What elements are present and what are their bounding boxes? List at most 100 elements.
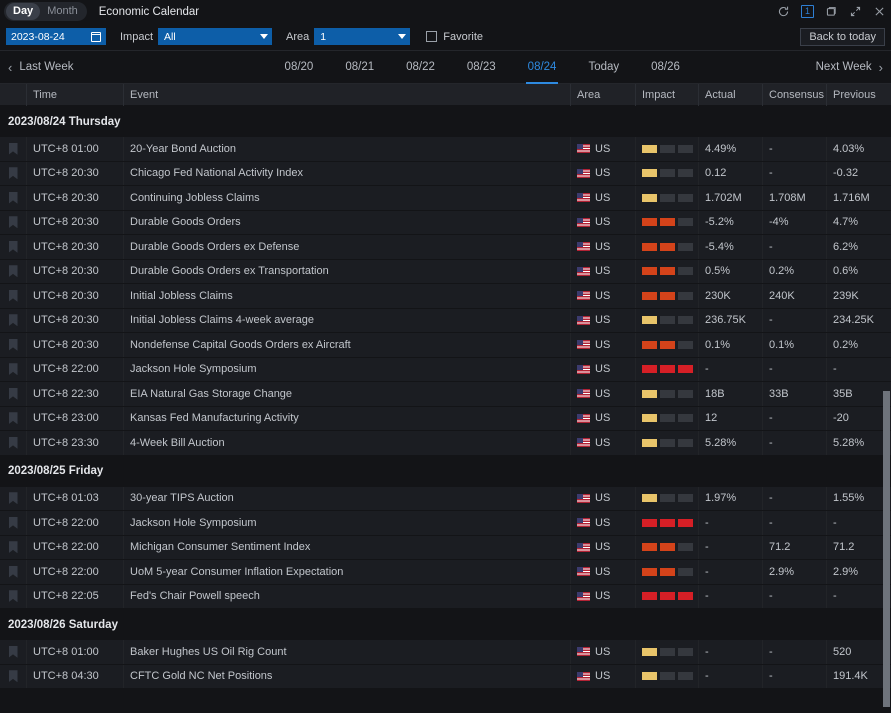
impact-filter-select[interactable]: All [158,28,272,45]
impact-bars [642,145,693,153]
window-count-badge[interactable]: 1 [801,5,814,18]
bookmark-cell[interactable] [0,186,26,210]
day-tab-0822[interactable]: 08/22 [390,51,451,84]
day-tab-today[interactable]: Today [572,51,635,84]
bookmark-icon[interactable] [9,670,18,682]
bookmark-icon[interactable] [9,290,18,302]
bookmark-icon[interactable] [9,192,18,204]
table-row[interactable]: UTC+8 23:00Kansas Fed Manufacturing Acti… [0,407,891,432]
bookmark-cell[interactable] [0,511,26,535]
bookmark-cell[interactable] [0,665,26,689]
table-row[interactable]: UTC+8 20:30Nondefense Capital Goods Orde… [0,333,891,358]
cell-actual: 12 [698,407,762,431]
expand-icon[interactable] [849,5,862,18]
us-flag-icon [577,193,590,202]
next-week-button[interactable]: Next Week › [816,61,883,74]
bookmark-cell[interactable] [0,431,26,455]
table-row[interactable]: UTC+8 22:00Michigan Consumer Sentiment I… [0,536,891,561]
table-row[interactable]: UTC+8 01:0020-Year Bond AuctionUS4.49%-4… [0,137,891,162]
bookmark-icon[interactable] [9,265,18,277]
favorite-filter[interactable]: Favorite [426,31,483,43]
table-row[interactable]: UTC+8 22:30EIA Natural Gas Storage Chang… [0,382,891,407]
bookmark-icon[interactable] [9,167,18,179]
bookmark-icon[interactable] [9,541,18,553]
bookmark-icon[interactable] [9,566,18,578]
close-icon[interactable] [873,5,886,18]
table-row[interactable]: UTC+8 20:30Initial Jobless Claims 4-week… [0,309,891,334]
bookmark-cell[interactable] [0,137,26,161]
cell-time: UTC+8 23:30 [26,431,123,455]
bookmark-cell[interactable] [0,640,26,664]
bookmark-cell[interactable] [0,309,26,333]
bookmark-cell[interactable] [0,560,26,584]
column-header-time[interactable]: Time [26,84,123,106]
table-row[interactable]: UTC+8 01:00Baker Hughes US Oil Rig Count… [0,640,891,665]
restore-icon[interactable] [825,5,838,18]
bookmark-icon[interactable] [9,517,18,529]
day-tab-0823[interactable]: 08/23 [451,51,512,84]
back-to-today-button[interactable]: Back to today [800,28,885,46]
table-row[interactable]: UTC+8 20:30Durable Goods Orders ex Defen… [0,235,891,260]
bookmark-icon[interactable] [9,388,18,400]
table-row[interactable]: UTC+8 20:30Initial Jobless ClaimsUS230K2… [0,284,891,309]
table-row[interactable]: UTC+8 01:0330-year TIPS AuctionUS1.97%-1… [0,487,891,512]
bookmark-cell[interactable] [0,487,26,511]
bookmark-cell[interactable] [0,358,26,382]
column-header-consensus[interactable]: Consensus [762,84,826,106]
bookmark-cell[interactable] [0,536,26,560]
table-row[interactable]: UTC+8 20:30Continuing Jobless ClaimsUS1.… [0,186,891,211]
cell-time: UTC+8 01:03 [26,487,123,511]
table-row[interactable]: UTC+8 22:05Fed's Chair Powell speechUS--… [0,585,891,610]
table-row[interactable]: UTC+8 23:304-Week Bill AuctionUS5.28%-5.… [0,431,891,456]
bookmark-icon[interactable] [9,590,18,602]
bookmark-icon[interactable] [9,492,18,504]
table-row[interactable]: UTC+8 22:00Jackson Hole SymposiumUS--- [0,358,891,383]
bookmark-icon[interactable] [9,314,18,326]
view-tab-day[interactable]: Day [6,3,40,20]
bookmark-cell[interactable] [0,585,26,609]
column-header-actual[interactable]: Actual [698,84,762,106]
bookmark-icon[interactable] [9,363,18,375]
vertical-scrollbar[interactable] [882,106,891,713]
date-picker[interactable]: 2023-08-24 [6,28,106,45]
bookmark-icon[interactable] [9,646,18,658]
bookmark-cell[interactable] [0,235,26,259]
area-filter-select[interactable]: 1 [314,28,410,45]
table-row[interactable]: UTC+8 04:30CFTC Gold NC Net PositionsUS-… [0,665,891,690]
cell-area: US [570,431,635,455]
bookmark-cell[interactable] [0,407,26,431]
day-tab-0824[interactable]: 08/24 [512,51,573,84]
view-tab-month[interactable]: Month [40,3,85,20]
bookmark-icon[interactable] [9,143,18,155]
last-week-button[interactable]: ‹ Last Week [8,61,73,74]
bookmark-cell[interactable] [0,211,26,235]
column-header-event[interactable]: Event [123,84,570,106]
table-row[interactable]: UTC+8 20:30Chicago Fed National Activity… [0,162,891,187]
bookmark-cell[interactable] [0,284,26,308]
bookmark-icon[interactable] [9,339,18,351]
table-row[interactable]: UTC+8 22:00UoM 5-year Consumer Inflation… [0,560,891,585]
bookmark-icon[interactable] [9,412,18,424]
day-tab-0826[interactable]: 08/26 [635,51,696,84]
day-tab-0821[interactable]: 08/21 [329,51,390,84]
table-row[interactable]: UTC+8 22:00Jackson Hole SymposiumUS--- [0,511,891,536]
bookmark-cell[interactable] [0,162,26,186]
favorite-checkbox[interactable] [426,31,437,42]
bookmark-icon[interactable] [9,216,18,228]
bookmark-icon[interactable] [9,437,18,449]
date-picker-value: 2023-08-24 [11,31,65,43]
column-header-impact[interactable]: Impact [635,84,698,106]
day-tab-0820[interactable]: 08/20 [269,51,330,84]
cell-area: US [570,260,635,284]
bookmark-icon[interactable] [9,241,18,253]
scrollbar-thumb[interactable] [883,391,890,707]
table-row[interactable]: UTC+8 20:30Durable Goods Orders ex Trans… [0,260,891,285]
refresh-icon[interactable] [777,5,790,18]
bookmark-cell[interactable] [0,333,26,357]
column-header-area[interactable]: Area [570,84,635,106]
bookmark-cell[interactable] [0,382,26,406]
column-header-previous[interactable]: Previous [826,84,891,106]
view-mode-toggle[interactable]: Day Month [4,2,87,21]
bookmark-cell[interactable] [0,260,26,284]
table-row[interactable]: UTC+8 20:30Durable Goods OrdersUS-5.2%-4… [0,211,891,236]
